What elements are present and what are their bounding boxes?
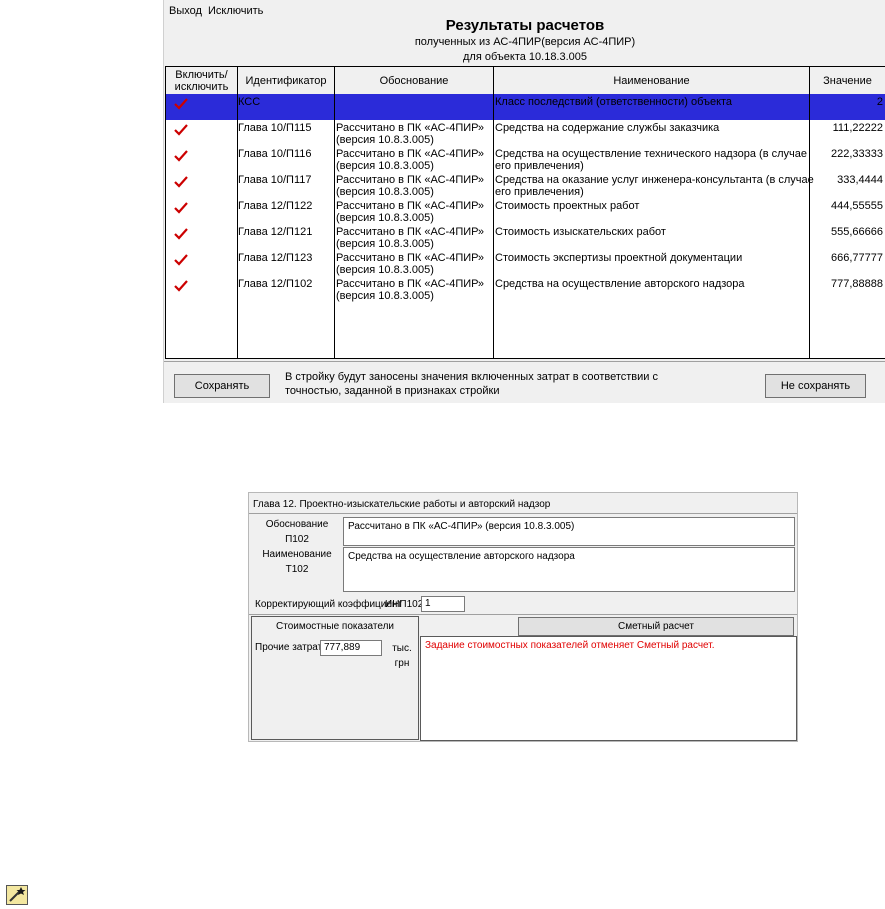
cell-identifier: Глава 10/П117 xyxy=(238,174,312,186)
wand-icon[interactable] xyxy=(6,885,28,905)
footer-note: В стройку будут заносены значения включе… xyxy=(285,371,658,397)
column-header-basis: Обоснование xyxy=(379,74,449,87)
column-header-identifier: Идентификатор xyxy=(245,74,327,87)
cell-basis: Рассчитано в ПК «АС-4ПИР» (версия 10.8.3.… xyxy=(336,226,484,250)
table-row[interactable]: Глава 10/П116 Рассчитано в ПК «АС-4ПИР» (в… xyxy=(166,146,885,172)
results-title: Результаты расчетов xyxy=(445,17,605,34)
basis-label: Обоснование П102 xyxy=(253,517,341,547)
cell-basis: Рассчитано в ПК «АС-4ПИР» (версия 10.8.3.… xyxy=(336,122,484,146)
checkmark-icon[interactable] xyxy=(174,228,188,240)
menu-item-exclude[interactable]: Исключить xyxy=(208,5,263,17)
cell-value: 111,22222 xyxy=(832,122,883,134)
cell-name: Стоимость экспертизы проектной документа… xyxy=(495,252,743,264)
cell-basis: Рассчитано в ПК «АС-4ПИР» (версия 10.8.3.… xyxy=(336,148,484,172)
coef-code: ИНП102 xyxy=(385,599,424,610)
dialog-title: Глава 12. Проектно-изыскательские работы… xyxy=(253,499,551,510)
cell-name: Средства на оказание услуг инженера-конс… xyxy=(495,174,814,198)
name-code: Т102 xyxy=(285,564,309,575)
cell-basis: Рассчитано в ПК «АС-4ПИР» (версия 10.8.3.… xyxy=(336,174,484,198)
cell-name: Стоимость изыскательских работ xyxy=(495,226,666,238)
name-label: Наименование Т102 xyxy=(253,547,341,577)
table-row[interactable]: Глава 10/П117 Рассчитано в ПК «АС-4ПИР» (в… xyxy=(166,172,885,198)
unit-label: тыс. грн xyxy=(392,643,412,669)
menu-item-exit[interactable]: Выход xyxy=(169,5,202,17)
results-object-line: для объекта 10.18.3.005 xyxy=(462,51,588,63)
cost-panel-title: Стоимостные показатели xyxy=(276,621,394,632)
basis-field[interactable]: Рассчитано в ПК «АС-4ПИР» (версия 10.8.3… xyxy=(343,517,795,546)
results-subtitle: полученных из АС-4ПИР(версия АС-4ПИР) xyxy=(414,36,636,48)
cell-value: 666,77777 xyxy=(831,252,883,264)
column-header-include: Включить/ исключить xyxy=(174,68,229,93)
coef-input[interactable]: 1 xyxy=(421,596,465,612)
table-row[interactable]: Глава 12/П102 Рассчитано в ПК «АС-4ПИР» (в… xyxy=(166,276,885,302)
cell-identifier: Глава 12/П102 xyxy=(238,278,313,290)
checkmark-icon[interactable] xyxy=(174,98,188,110)
cell-name: Средства на содержание службы заказчика xyxy=(495,122,720,134)
estimate-button[interactable]: Сметный расчет xyxy=(518,617,794,636)
warning-message: Задание стоимостных показателей отменяет… xyxy=(420,636,797,741)
cell-value: 777,88888 xyxy=(831,278,883,290)
dont-save-button[interactable]: Не сохранять xyxy=(765,374,866,398)
save-button[interactable]: Сохранять xyxy=(174,374,270,398)
table-row[interactable]: Глава 10/П115 Рассчитано в ПК «АС-4ПИР» (в… xyxy=(166,120,885,146)
cell-identifier: Глава 10/П115 xyxy=(238,122,312,134)
cell-identifier: Глава 12/П121 xyxy=(238,226,313,238)
checkmark-icon[interactable] xyxy=(174,176,188,188)
table-row[interactable]: Глава 12/П122 Рассчитано в ПК «АС-4ПИР» (в… xyxy=(166,198,885,224)
checkmark-icon[interactable] xyxy=(174,150,188,162)
name-field[interactable]: Средства на осуществление авторского над… xyxy=(343,547,795,592)
other-costs-input[interactable]: 777,889 xyxy=(320,640,382,656)
cell-name: Средства на осуществление авторского над… xyxy=(495,278,745,290)
cell-basis: Рассчитано в ПК «АС-4ПИР» (версия 10.8.3.… xyxy=(336,252,484,276)
cell-name: Средства на осуществление технического н… xyxy=(495,148,808,172)
cell-value: 555,66666 xyxy=(831,226,883,238)
cell-identifier: Глава 12/П123 xyxy=(238,252,313,264)
cell-value: 444,55555 xyxy=(831,200,883,212)
checkmark-icon[interactable] xyxy=(174,280,188,292)
coef-label: Корректирующий коэффициент xyxy=(255,599,403,610)
cell-identifier: Глава 12/П122 xyxy=(238,200,313,212)
checkmark-icon[interactable] xyxy=(174,124,188,136)
cell-value: 222,33333 xyxy=(831,148,883,160)
cell-value: 333,4444 xyxy=(837,174,883,186)
results-window: Выход Исключить Результаты расчетов полу… xyxy=(163,0,885,403)
cell-basis: Рассчитано в ПК «АС-4ПИР» (версия 10.8.3.… xyxy=(336,278,484,302)
cell-identifier: КСС xyxy=(238,96,261,108)
table-row[interactable]: Глава 12/П123 Рассчитано в ПК «АС-4ПИР» (в… xyxy=(166,250,885,276)
cost-item-dialog: Глава 12. Проектно-изыскательские работы… xyxy=(248,492,798,742)
cell-value: 2 xyxy=(876,96,883,108)
basis-code: П102 xyxy=(285,534,309,545)
results-table: Включить/ исключить Идентификатор Обосно… xyxy=(165,66,885,359)
menu-bar: Выход Исключить xyxy=(164,0,885,18)
checkmark-icon[interactable] xyxy=(174,202,188,214)
cell-basis: Рассчитано в ПК «АС-4ПИР» (версия 10.8.3.… xyxy=(336,200,484,224)
cost-panel: Стоимостные показатели Прочие затраты 77… xyxy=(251,616,419,740)
cell-name: Класс последствий (ответственности) объе… xyxy=(495,96,733,108)
cell-identifier: Глава 10/П116 xyxy=(238,148,312,160)
column-header-value: Значение xyxy=(823,74,872,87)
cell-name: Стоимость проектных работ xyxy=(495,200,640,212)
other-costs-label: Прочие затраты xyxy=(255,642,330,653)
checkmark-icon[interactable] xyxy=(174,254,188,266)
table-header: Включить/ исключить Идентификатор Обосно… xyxy=(166,67,885,95)
table-row[interactable]: КСС Класс последствий (ответственности) о… xyxy=(166,94,885,120)
table-row[interactable]: Глава 12/П121 Рассчитано в ПК «АС-4ПИР» (в… xyxy=(166,224,885,250)
column-header-name: Наименование xyxy=(613,74,690,87)
